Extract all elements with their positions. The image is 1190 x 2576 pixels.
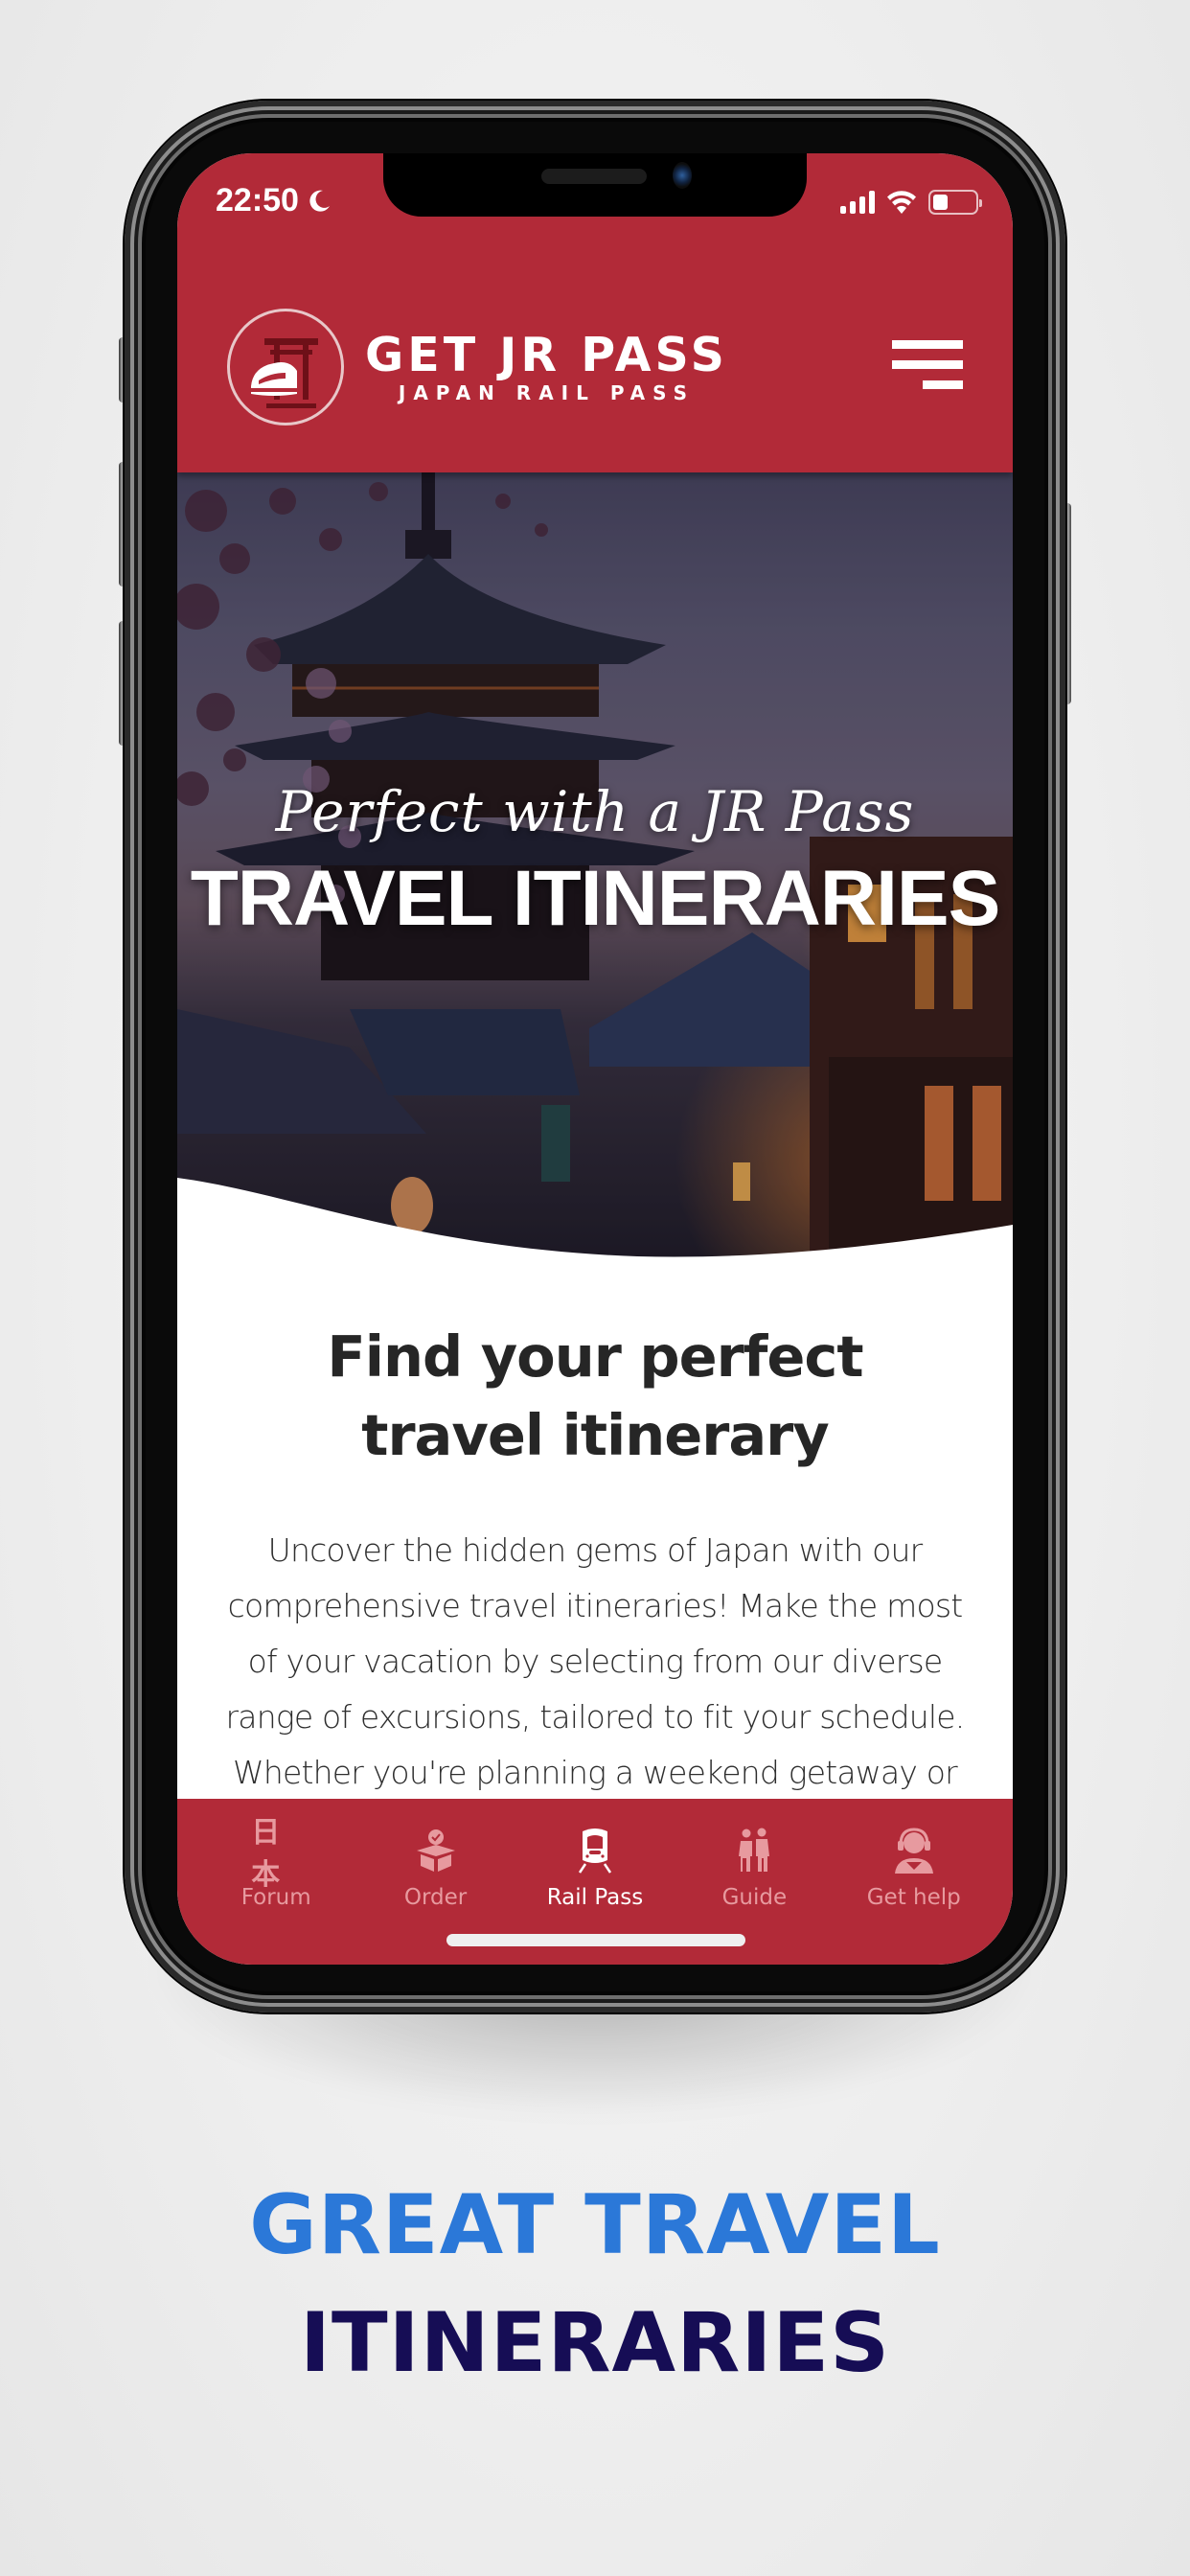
tab-get-help[interactable]: Get help: [837, 1799, 991, 1965]
tab-label: Get help: [866, 1885, 961, 1910]
travelers-icon: [729, 1828, 779, 1874]
app-logo[interactable]: GET JR PASS JAPAN RAIL PASS: [227, 309, 728, 426]
tab-label: Guide: [721, 1885, 788, 1910]
caption-line-1: GREAT TRAVEL: [249, 2177, 941, 2273]
notch: [383, 153, 807, 217]
status-bar-time: 22:50: [216, 182, 332, 219]
battery-level: [933, 195, 948, 210]
hero-script-line: Perfect with a JR Pass: [275, 779, 915, 844]
forum-glyph: 日本: [251, 1816, 281, 1892]
logo-title: GET JR PASS: [365, 328, 728, 382]
japanese-characters-icon: 日本: [251, 1816, 301, 1892]
support-agent-icon: [889, 1828, 939, 1874]
content-heading: Find your perfect travel itinerary: [327, 1323, 863, 1468]
hero-banner: Perfect with a JR Pass TRAVEL ITINERARIE…: [177, 472, 1013, 1258]
phone-screen: 22:50 GET JR PASS JAPAN RAIL PASS Perfec…: [177, 153, 1013, 1965]
caption-line-2: ITINERARIES: [299, 2295, 891, 2391]
battery-icon: [928, 190, 982, 215]
cellular-signal-icon: [840, 191, 875, 214]
train-icon: [570, 1828, 620, 1874]
tab-label: Order: [403, 1885, 468, 1910]
tab-forum[interactable]: 日本 Forum: [199, 1799, 353, 1965]
tab-label: Forum: [240, 1885, 311, 1910]
wave-divider: [177, 1178, 1013, 1258]
logo-subtitle: JAPAN RAIL PASS: [398, 381, 696, 404]
home-indicator[interactable]: [446, 1934, 745, 1946]
logo-text: GET JR PASS JAPAN RAIL PASS: [365, 328, 728, 404]
status-time-text: 22:50: [216, 182, 299, 218]
hamburger-menu-icon[interactable]: [892, 340, 963, 396]
earpiece-speaker: [541, 169, 647, 184]
moon-icon: [309, 190, 330, 212]
wifi-icon: [887, 191, 916, 214]
box-check-icon: [411, 1828, 461, 1874]
content-section: Find your perfect travel itinerary Uncov…: [177, 1318, 1013, 1856]
hero-title: TRAVEL ITINERARIES: [190, 855, 1001, 942]
front-camera: [673, 162, 692, 189]
torii-train-logo-icon: [227, 309, 344, 426]
tab-label: Rail Pass: [546, 1885, 644, 1910]
status-bar-right: [840, 190, 982, 215]
